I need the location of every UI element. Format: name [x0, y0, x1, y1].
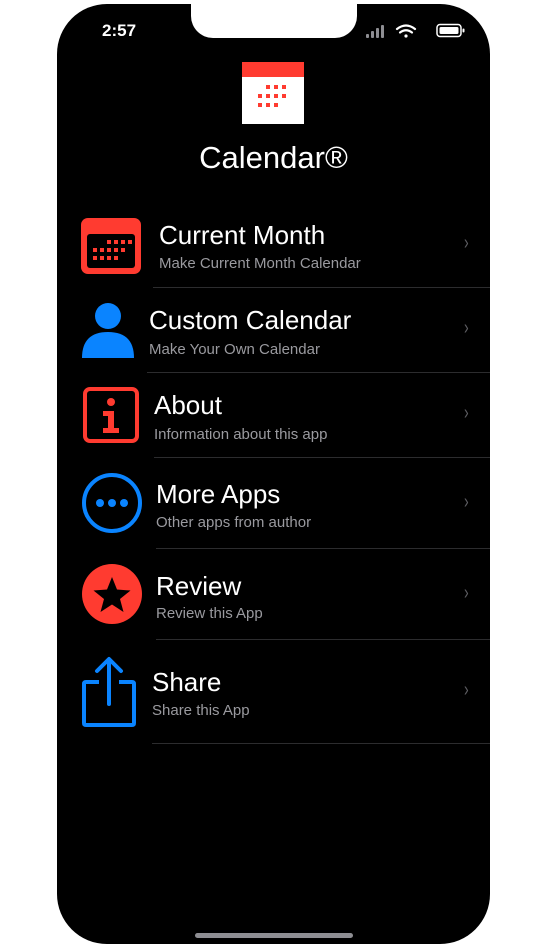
star-icon [82, 564, 142, 624]
menu-item-title: More Apps [156, 479, 281, 509]
menu-item-more-apps[interactable]: More Apps Other apps from author › [57, 458, 490, 549]
calendar-icon [81, 218, 141, 274]
menu-item-review[interactable]: Review Review this App › [57, 549, 490, 640]
row-divider [152, 743, 490, 744]
share-icon [82, 657, 136, 727]
status-icons [366, 23, 465, 38]
menu-item-subtitle: Information about this app [154, 426, 328, 443]
menu-item-title: Share [152, 667, 222, 697]
battery-icon [436, 23, 465, 38]
wifi-icon [395, 24, 417, 38]
phone-screen: 2:57 Calendar® Current Month Make Curren… [57, 4, 490, 944]
menu-item-about[interactable]: About Information about this app › [57, 373, 490, 458]
menu-item-custom-calendar[interactable]: Custom Calendar Make Your Own Calendar › [57, 288, 490, 373]
chevron-right-icon: › [464, 679, 469, 701]
menu-item-subtitle: Make Your Own Calendar [149, 341, 320, 358]
home-indicator[interactable] [195, 933, 353, 938]
menu-item-title: Custom Calendar [149, 305, 352, 335]
person-icon [82, 303, 134, 358]
menu-item-subtitle: Other apps from author [156, 514, 312, 531]
menu-item-share[interactable]: Share Share this App › [57, 640, 490, 744]
app-title: Calendar® [199, 140, 348, 175]
menu-item-current-month[interactable]: Current Month Make Current Month Calenda… [57, 204, 490, 288]
chevron-right-icon: › [464, 317, 469, 339]
status-time: 2:57 [102, 21, 137, 40]
more-icon [82, 473, 142, 533]
chevron-right-icon: › [464, 232, 469, 254]
menu-item-subtitle: Share this App [152, 702, 250, 719]
chevron-right-icon: › [464, 402, 469, 424]
notch [191, 4, 357, 38]
chevron-right-icon: › [464, 491, 469, 513]
signal-icon [366, 25, 384, 38]
menu-item-subtitle: Make Current Month Calendar [159, 255, 361, 272]
menu-item-subtitle: Review this App [156, 605, 263, 622]
menu-item-title: Review [156, 571, 242, 601]
info-icon [83, 387, 139, 443]
menu-item-title: Current Month [159, 220, 326, 250]
menu-item-title: About [154, 390, 222, 420]
chevron-right-icon: › [464, 582, 469, 604]
calendar-icon [242, 62, 304, 124]
